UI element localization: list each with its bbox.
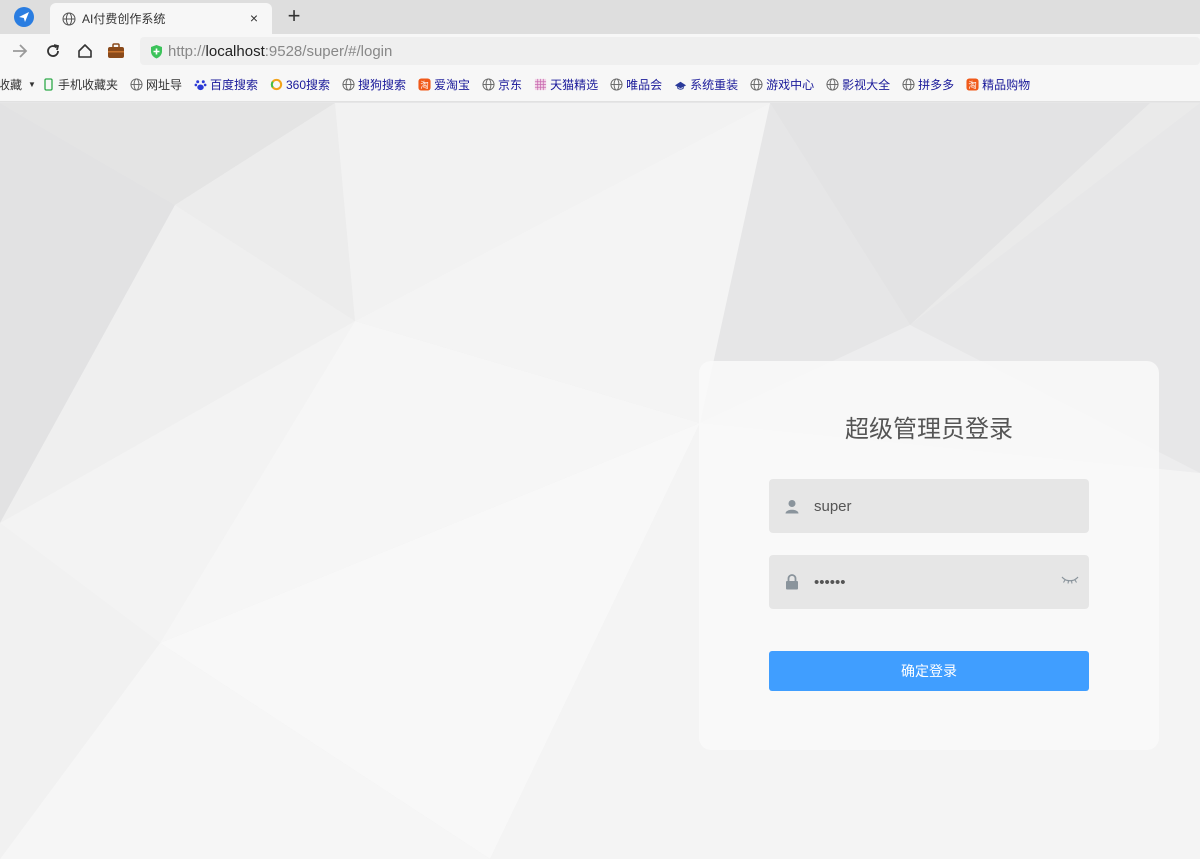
login-button[interactable]: 确定登录 <box>769 651 1089 691</box>
password-value: •••••• <box>814 573 846 591</box>
eye-closed-icon[interactable] <box>1061 574 1079 586</box>
bookmark-label: 爱淘宝 <box>434 78 471 92</box>
bookmark-mobile[interactable]: 手机收藏夹 <box>42 76 118 93</box>
bookmark-vip[interactable]: 唯品会 <box>610 76 662 93</box>
globe-icon <box>750 78 763 91</box>
hat-icon <box>675 81 687 90</box>
login-card: 超级管理员登录 super •••••• 确定登录 <box>699 361 1159 750</box>
bookmark-tmall[interactable]: 天猫精选 <box>534 76 598 93</box>
browser-address-bar: http://localhost:9528/super/#/login <box>0 34 1200 68</box>
chevron-down-icon[interactable]: ▼ <box>28 80 36 89</box>
url-path: :9528/super/#/login <box>264 42 393 60</box>
globe-icon <box>902 78 915 91</box>
forward-button[interactable] <box>10 42 30 60</box>
baidu-icon <box>194 80 207 91</box>
password-input[interactable]: •••••• <box>769 555 1089 609</box>
url-scheme: http:// <box>168 42 206 60</box>
bookmark-reinstall[interactable]: 系统重装 <box>674 76 738 93</box>
bookmark-label: 精品购物 <box>982 78 1031 92</box>
globe-icon <box>482 78 495 91</box>
bookmark-label: 游戏中心 <box>766 78 815 92</box>
tmall-icon <box>534 78 547 91</box>
bookmark-favorites[interactable]: 收藏 <box>0 76 22 93</box>
bookmark-label: 唯品会 <box>626 78 663 92</box>
home-button[interactable] <box>75 42 95 60</box>
taobao-icon: 淘 <box>966 78 979 91</box>
bookmark-baidu[interactable]: 百度搜索 <box>194 76 258 93</box>
tab-title: AI付费创作系统 <box>82 12 166 26</box>
lock-icon <box>784 574 800 590</box>
briefcase-icon <box>108 43 124 58</box>
bookmarks-bar: 收藏 ▼ 手机收藏夹 网址导 百度搜索 360搜索 搜狗搜索 淘 爱淘宝 京东 … <box>0 68 1200 102</box>
bookmark-label: 网址导 <box>145 78 182 92</box>
360-icon <box>270 78 283 91</box>
bookmark-shopping[interactable]: 淘 精品购物 <box>966 76 1030 93</box>
bookmark-aitaobao[interactable]: 淘 爱淘宝 <box>418 76 470 93</box>
user-icon <box>784 498 800 514</box>
url-input[interactable]: http://localhost:9528/super/#/login <box>140 37 1200 65</box>
reload-button[interactable] <box>43 42 63 60</box>
globe-icon <box>130 78 143 91</box>
globe-icon <box>62 12 76 25</box>
svg-text:淘: 淘 <box>420 80 428 90</box>
username-input[interactable]: super <box>769 479 1089 533</box>
phone-icon <box>44 78 53 91</box>
svg-text:淘: 淘 <box>968 80 976 90</box>
bookmark-pinduoduo[interactable]: 拼多多 <box>902 76 954 93</box>
bookmark-label: 拼多多 <box>918 78 955 92</box>
bookmark-label: 百度搜索 <box>209 78 258 92</box>
arrow-right-icon <box>13 44 28 58</box>
reload-icon <box>47 44 60 57</box>
browser-tab-active[interactable]: AI付费创作系统 × <box>50 3 272 34</box>
bookmark-label: 360搜索 <box>285 78 331 92</box>
bookmark-jd[interactable]: 京东 <box>482 76 522 93</box>
bookmark-nav[interactable]: 网址导 <box>130 76 182 93</box>
bookmark-sogou[interactable]: 搜狗搜索 <box>342 76 406 93</box>
close-tab-icon[interactable]: × <box>246 10 262 26</box>
login-page: 超级管理员登录 super •••••• 确定登录 <box>0 103 1200 859</box>
globe-icon <box>610 78 623 91</box>
username-value: super <box>814 497 852 515</box>
bookmark-label: 搜狗搜索 <box>358 78 407 92</box>
bookmark-games[interactable]: 游戏中心 <box>750 76 814 93</box>
globe-icon <box>342 78 355 91</box>
login-title: 超级管理员登录 <box>845 416 1013 443</box>
bookmark-label: 天猫精选 <box>550 78 599 92</box>
bookmark-movies[interactable]: 影视大全 <box>826 76 890 93</box>
browser-tab-bar: AI付费创作系统 × + <box>0 0 1200 34</box>
bookmark-label: 影视大全 <box>842 78 891 92</box>
briefcase-button[interactable] <box>106 42 126 60</box>
bookmark-label: 收藏 <box>0 78 23 92</box>
home-icon <box>78 44 92 58</box>
url-host: localhost <box>205 42 265 60</box>
bookmark-label: 系统重装 <box>690 78 739 92</box>
browser-home-tab-icon[interactable] <box>14 7 34 27</box>
bookmark-label: 手机收藏夹 <box>57 78 118 92</box>
bookmark-label: 京东 <box>498 78 523 92</box>
taobao-icon: 淘 <box>418 78 431 91</box>
url-text: http://localhost:9528/super/#/login <box>168 43 392 60</box>
globe-icon <box>826 78 839 91</box>
shield-icon <box>151 44 162 58</box>
paper-plane-icon <box>19 12 29 22</box>
new-tab-button[interactable]: + <box>284 5 304 29</box>
bookmark-360[interactable]: 360搜索 <box>270 76 330 93</box>
